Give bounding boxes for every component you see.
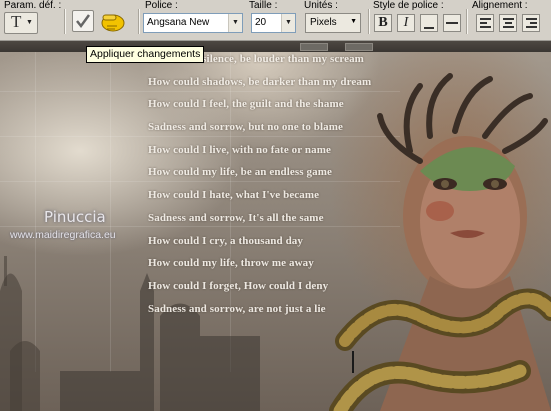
- chevron-down-icon: ▼: [26, 19, 33, 26]
- preset-label: Param. déf. :: [4, 0, 62, 11]
- poem-line: Sadness and sorrow, It's all the same: [148, 211, 324, 224]
- chevron-down-icon: ▼: [350, 18, 357, 25]
- text-options-toolbar: Param. déf. : T ▼ Police : Angsana New ▼…: [0, 0, 551, 41]
- chevron-down-icon: ▼: [281, 14, 295, 32]
- text-layer-poem[interactable]: How could silence, be louder than my scr…: [148, 53, 371, 325]
- text-insertion-cursor: [352, 351, 354, 373]
- alignment-label: Alignement :: [472, 0, 528, 11]
- apply-changes-tooltip: Appliquer changements: [86, 46, 205, 63]
- units-value: Pixels: [310, 17, 337, 28]
- strikethrough-icon: [446, 22, 458, 24]
- poem-line: How could my life, be an endless game: [148, 166, 332, 179]
- bold-button[interactable]: B: [374, 14, 392, 32]
- font-size-select[interactable]: 20 ▼: [251, 13, 296, 33]
- watermark-url: www.maidiregrafica.eu: [10, 229, 116, 241]
- align-center-button[interactable]: [499, 14, 517, 32]
- text-tool-icon: T: [11, 12, 22, 31]
- checkmark-icon: [76, 14, 91, 29]
- size-label: Taille :: [249, 0, 278, 11]
- apply-changes-button[interactable]: [72, 10, 94, 32]
- font-value: Angsana New: [147, 17, 210, 28]
- size-value: 20: [255, 17, 267, 28]
- poem-line: How could I hate, what I've became: [148, 189, 320, 202]
- italic-glyph: I: [403, 15, 409, 30]
- document-canvas[interactable]: How could silence, be louder than my scr…: [0, 41, 551, 411]
- poem-line: Sadness and sorrow, but no one to blame: [148, 121, 344, 134]
- align-right-button[interactable]: [522, 14, 540, 32]
- cancel-changes-button[interactable]: [98, 9, 128, 35]
- watermark-name: Pinuccia: [44, 208, 106, 226]
- font-label: Police :: [145, 0, 178, 11]
- units-label: Unités :: [304, 0, 338, 11]
- align-left-button[interactable]: [476, 14, 494, 32]
- pointing-hand-icon: [101, 14, 125, 32]
- poem-line: Sadness and sorrow, are not just a lie: [148, 302, 326, 315]
- toolbar-separator: [138, 9, 140, 34]
- poem-line: How could I live, with no fate or name: [148, 143, 331, 156]
- font-select[interactable]: Angsana New ▼: [143, 13, 243, 33]
- strikethrough-button[interactable]: [443, 14, 461, 32]
- chevron-down-icon: ▼: [228, 14, 242, 32]
- toolbar-separator: [64, 9, 66, 34]
- poem-line: How could I cry, a thousand day: [148, 234, 303, 247]
- underline-button[interactable]: [420, 14, 438, 32]
- toolbar-separator: [466, 9, 468, 34]
- poem-line: How could I feel, the guilt and the sham…: [148, 98, 344, 111]
- poem-line: How could I forget, How could I deny: [148, 279, 329, 292]
- units-select[interactable]: Pixels ▼: [305, 13, 361, 33]
- poem-line: How could shadows, be darker than my dre…: [148, 75, 372, 88]
- poem-line: How could my life, throw me away: [148, 257, 314, 270]
- underline-icon: [424, 27, 434, 29]
- italic-button[interactable]: I: [397, 14, 415, 32]
- bold-glyph: B: [378, 15, 388, 30]
- toolbar-separator: [368, 9, 370, 34]
- text-tool-preset-button[interactable]: T ▼: [4, 12, 38, 34]
- font-style-label: Style de police :: [373, 0, 444, 11]
